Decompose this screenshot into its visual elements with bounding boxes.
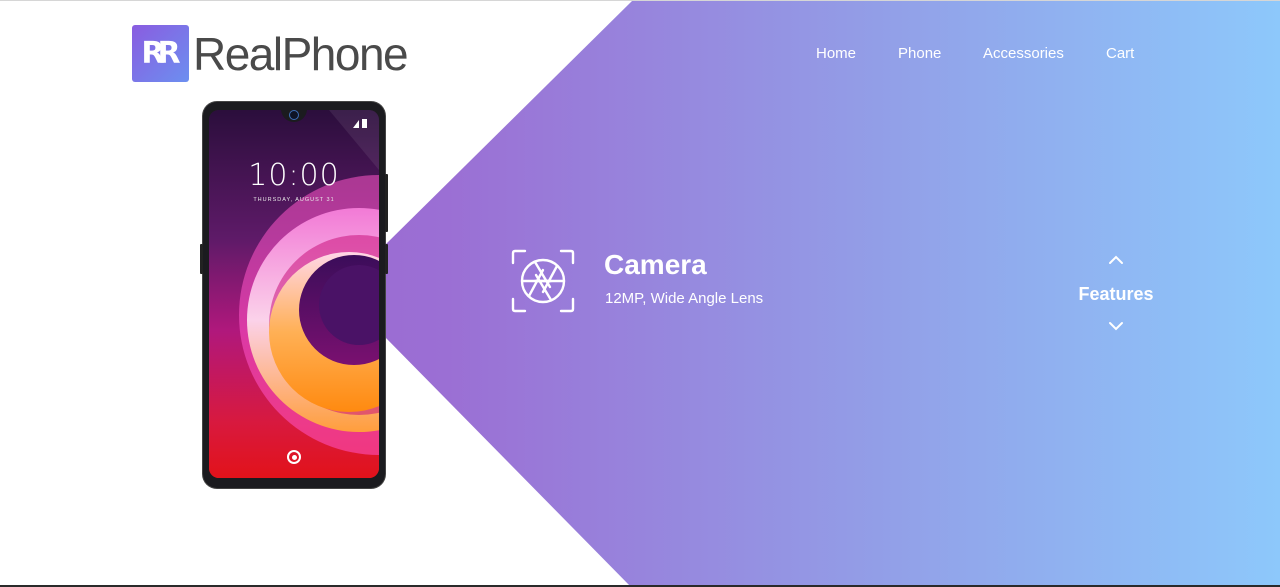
volume-button: [200, 244, 203, 274]
logo-mark: RR: [132, 25, 189, 82]
chevron-up-icon[interactable]: [1106, 253, 1126, 267]
features-switcher: Features: [1066, 251, 1166, 337]
phone-screen: 10:00 Thursday, August 31: [209, 110, 379, 478]
power-button: [385, 244, 388, 274]
main-nav: Home Phone Accessories Cart: [580, 45, 1280, 65]
signal-icon: [353, 119, 367, 128]
camera-aperture-icon: [511, 249, 575, 313]
side-button: [385, 174, 388, 232]
front-camera: [289, 110, 299, 120]
page: RR RealPhone Home Phone Accessories Cart: [0, 0, 1280, 587]
feature-title: Camera: [604, 249, 707, 280]
nav-item-phone[interactable]: Phone: [898, 45, 941, 62]
lockscreen-date: Thursday, August 31: [253, 197, 335, 203]
chevron-down-icon[interactable]: [1106, 319, 1126, 333]
lockscreen-clock: 10:00: [248, 158, 340, 193]
feature-description: 12MP, Wide Angle Lens: [605, 290, 764, 307]
brand-name: RealPhone: [193, 27, 409, 80]
features-label: Features: [1078, 284, 1154, 304]
nav-item-cart[interactable]: Cart: [1106, 45, 1134, 62]
phone-image: 10:00 Thursday, August 31: [200, 102, 388, 488]
nav-item-accessories[interactable]: Accessories: [983, 45, 1064, 62]
home-indicator-icon: [287, 450, 301, 464]
brand-logo[interactable]: RR RealPhone: [132, 25, 409, 82]
nav-item-home[interactable]: Home: [816, 45, 856, 62]
